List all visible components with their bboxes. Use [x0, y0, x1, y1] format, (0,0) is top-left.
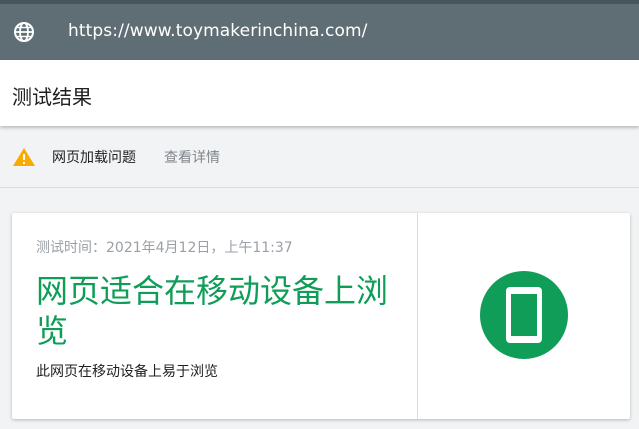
page-loading-issues-row: 网页加载问题 查看详情	[0, 128, 639, 188]
globe-icon	[12, 20, 36, 44]
issue-label: 网页加载问题	[52, 150, 136, 166]
view-details-link[interactable]: 查看详情	[164, 147, 220, 167]
warning-icon	[12, 147, 36, 167]
verdict-heading: 网页适合在移动设备上浏览	[36, 272, 389, 350]
mobile-phone-icon	[480, 271, 568, 359]
card-divider	[417, 213, 418, 419]
result-card: 测试时间：2021年4月12日，上午11:37 网页适合在移动设备上浏览 此网页…	[12, 213, 630, 419]
url-bar: https://www.toymakerinchina.com/	[0, 0, 639, 60]
url-text[interactable]: https://www.toymakerinchina.com/	[68, 21, 367, 41]
page-title: 测试结果	[12, 85, 92, 109]
results-header: 测试结果	[0, 60, 639, 126]
verdict-description: 此网页在移动设备上易于浏览	[36, 364, 218, 380]
test-timestamp: 测试时间：2021年4月12日，上午11:37	[36, 240, 293, 256]
